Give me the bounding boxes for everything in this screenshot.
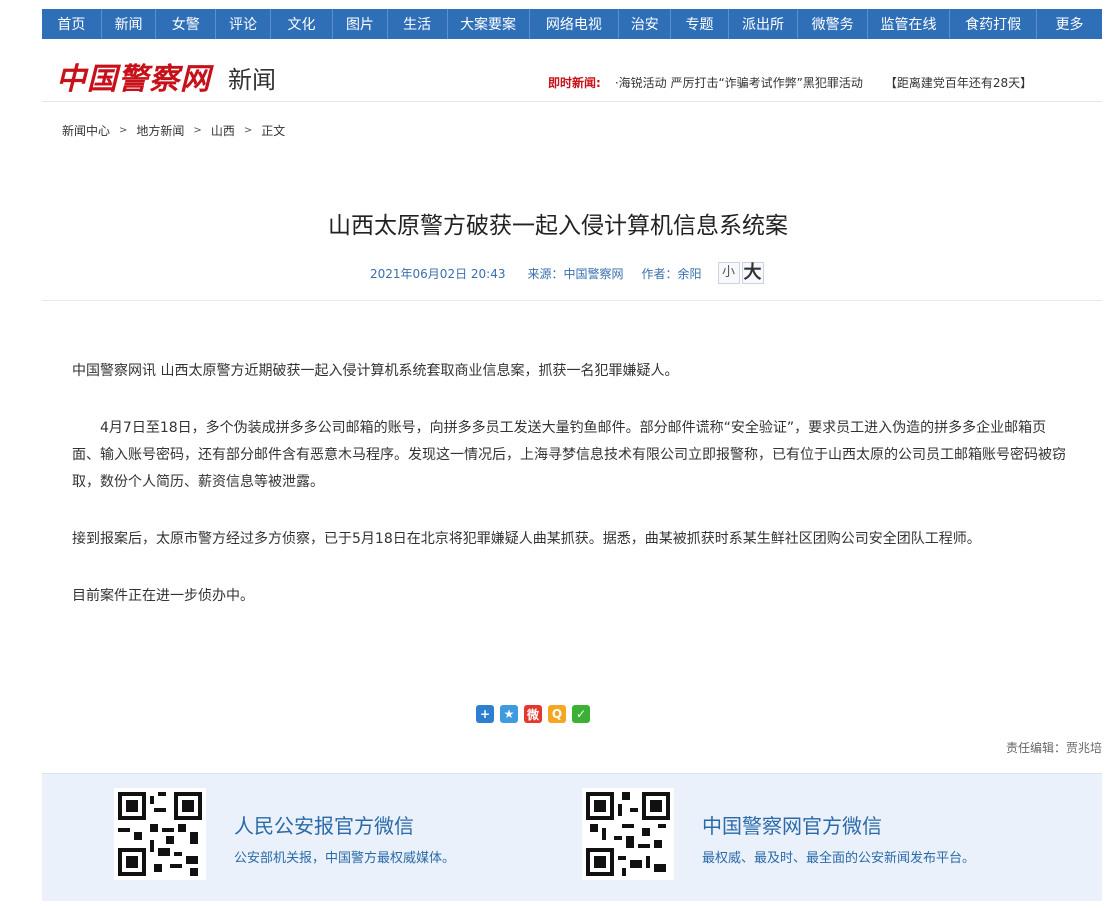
nav-item[interactable]: 新闻 bbox=[102, 9, 157, 39]
nav-item[interactable]: 网络电视 bbox=[530, 9, 620, 39]
top-nav: 首页 新闻 女警 评论 文化 图片 生活 大案要案 网络电视 治安 专题 派出所 微警务 监管在线 食药打假… bbox=[42, 9, 1102, 39]
article-paragraph: 中国警察网讯 山西太原警方近期破获一起入侵计算机系统套取商业信息案，抓获一名犯罪… bbox=[72, 363, 679, 379]
share-plus-icon[interactable]: + bbox=[476, 705, 494, 723]
nav-item[interactable]: 评论 bbox=[216, 9, 271, 39]
breadcrumb-news-center[interactable]: 新闻中心 bbox=[62, 122, 110, 139]
party-countdown: 【距离建党百年还有28天】 bbox=[884, 76, 1033, 90]
article-paragraph: 接到报案后，太原市警方经过多方侦察，已于5月18日在北京将犯罪嫌疑人曲某抓获。据… bbox=[72, 531, 981, 547]
breadcrumb-separator: > bbox=[119, 125, 128, 136]
article-paragraph: 目前案件正在进一步侦办中。 bbox=[72, 588, 254, 604]
article-title: 山西太原警方破获一起入侵计算机信息系统案 bbox=[328, 213, 788, 239]
site-header: 中国警察网 新闻 即时新闻: ·海锐活动 严厉打击“诈骗考试作弊”黑犯罪活动 【… bbox=[42, 40, 1102, 102]
nav-item[interactable]: 专题 bbox=[671, 9, 729, 39]
weibo-icon[interactable]: 微 bbox=[524, 705, 542, 723]
nav-item[interactable]: 图片 bbox=[333, 9, 388, 39]
nav-item[interactable]: 监管在线 bbox=[868, 9, 951, 39]
qq-icon[interactable]: Q bbox=[548, 705, 566, 723]
wechat-subtitle-right: 最权威、最及时、最全面的公安新闻发布平台。 bbox=[702, 851, 976, 866]
share-bar: + ★ 微 Q ✓ bbox=[476, 705, 590, 723]
nav-item[interactable]: 生活 bbox=[388, 9, 448, 39]
breadcrumb-current: 正文 bbox=[261, 124, 286, 138]
breadcrumb: 新闻中心 > 地方新闻 > 山西 > 正文 bbox=[62, 122, 285, 139]
news-ticker: 即时新闻: ·海锐活动 严厉打击“诈骗考试作弊”黑犯罪活动 【距离建党百年还有2… bbox=[548, 74, 1032, 91]
wechat-promo-right: 中国警察网官方微信 最权威、最及时、最全面的公安新闻发布平台。 bbox=[582, 788, 975, 880]
nav-item[interactable]: 文化 bbox=[271, 9, 334, 39]
font-small-button[interactable]: 小 bbox=[717, 262, 740, 284]
qr-code-icon bbox=[586, 792, 670, 876]
nav-item[interactable]: 女警 bbox=[156, 9, 217, 39]
article-paragraph: 4月7日至18日，多个伪装成拼多多公司邮箱的账号，向拼多多员工发送大量钓鱼邮件。… bbox=[72, 420, 1066, 490]
breadcrumb-shanxi[interactable]: 山西 bbox=[211, 122, 235, 139]
wechat-title-right: 中国警察网官方微信 bbox=[702, 814, 882, 838]
nav-item[interactable]: 派出所 bbox=[729, 9, 799, 39]
section-title: 新闻 bbox=[228, 66, 276, 94]
qr-code-left bbox=[114, 788, 206, 880]
qr-code-icon bbox=[118, 792, 202, 876]
nav-item[interactable]: 更多 bbox=[1037, 9, 1102, 39]
responsible-editor: 责任编辑：贾兆培 bbox=[1005, 741, 1102, 755]
breadcrumb-separator: > bbox=[243, 125, 253, 136]
breadcrumb-local-news[interactable]: 地方新闻 bbox=[136, 122, 184, 139]
wechat-subtitle-left: 公安部机关报，中国警方最权威媒体。 bbox=[234, 851, 456, 866]
nav-item[interactable]: 大案要案 bbox=[448, 9, 530, 39]
site-logo[interactable]: 中国警察网 bbox=[56, 54, 211, 98]
nav-item[interactable]: 首页 bbox=[42, 9, 102, 39]
qzone-icon[interactable]: ★ bbox=[500, 705, 518, 723]
wechat-promo-band: 人民公安报官方微信 公安部机关报，中国警方最权威媒体。 中国警察网官方微信 最权… bbox=[42, 773, 1102, 901]
title-divider bbox=[42, 300, 1102, 301]
qr-code-right bbox=[582, 788, 674, 880]
article-author: 作者：余阳 bbox=[641, 266, 702, 281]
font-large-button[interactable]: 大 bbox=[741, 262, 764, 284]
ticker-headline[interactable]: ·海锐活动 严厉打击“诈骗考试作弊”黑犯罪活动 bbox=[615, 74, 863, 91]
breadcrumb-separator: > bbox=[193, 125, 202, 136]
ticker-label: 即时新闻: bbox=[548, 76, 601, 90]
publish-date: 2021年06月02日 20:43 bbox=[370, 266, 506, 281]
wechat-promo-left: 人民公安报官方微信 公安部机关报，中国警方最权威媒体。 bbox=[114, 788, 455, 880]
article-body: 中国警察网讯 山西太原警方近期破获一起入侵计算机系统套取商业信息案，抓获一名犯罪… bbox=[72, 358, 1072, 640]
article-source: 来源：中国警察网 bbox=[527, 266, 624, 281]
wechat-icon[interactable]: ✓ bbox=[572, 705, 590, 723]
nav-item[interactable]: 食药打假 bbox=[950, 9, 1038, 39]
nav-item[interactable]: 治安 bbox=[619, 9, 672, 39]
wechat-title-left: 人民公安报官方微信 bbox=[234, 814, 414, 838]
nav-item[interactable]: 微警务 bbox=[798, 9, 868, 39]
article-meta: 2021年06月02日 20:43 来源：中国警察网 作者：余阳 小 大 bbox=[370, 262, 764, 284]
